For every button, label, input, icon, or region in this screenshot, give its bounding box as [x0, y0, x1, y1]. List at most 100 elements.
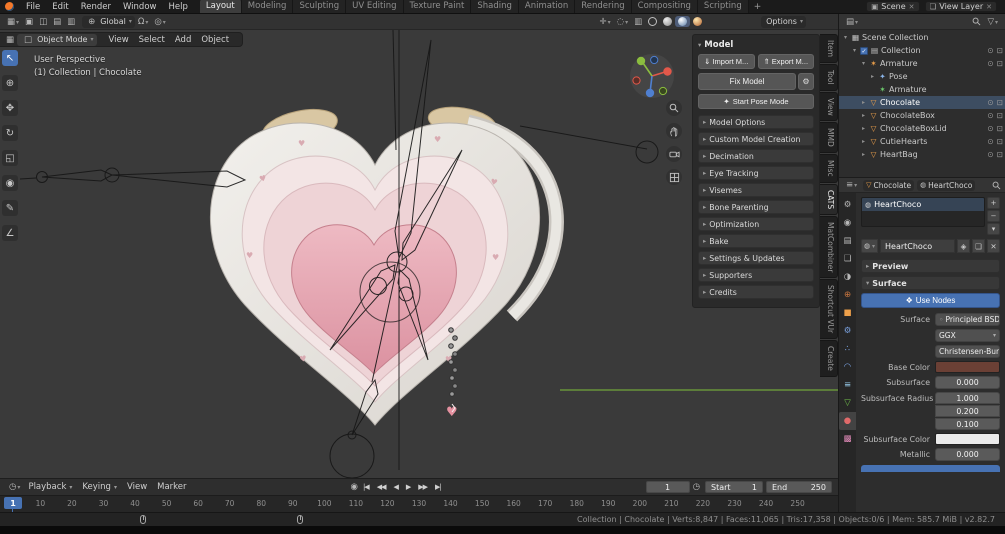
panel-section-bone-parenting[interactable]: ▸ Bone Parenting	[698, 200, 814, 214]
use-nodes-button[interactable]: ❖ Use Nodes	[861, 293, 1000, 308]
panel-section-eye-tracking[interactable]: ▸ Eye Tracking	[698, 166, 814, 180]
annotate-tool[interactable]: ✎	[2, 200, 18, 216]
subsurface-radius-value[interactable]: 0.200	[935, 405, 1000, 417]
texture-properties-tab[interactable]: ▩	[839, 430, 856, 448]
partial-slider-cutoff[interactable]	[861, 465, 1000, 472]
panel-section-model-options[interactable]: ▸ Model Options	[698, 115, 814, 129]
play-reverse-button[interactable]: ◀	[391, 483, 399, 491]
expand-caret-icon[interactable]: ▸	[860, 112, 867, 119]
outliner-editor-icon[interactable]: ▤▾	[843, 17, 861, 27]
render-properties-tab[interactable]: ◉	[839, 214, 856, 232]
sidebar-tab-tool[interactable]: Tool	[820, 64, 838, 91]
measure-tool[interactable]: ∠	[2, 225, 18, 241]
mode-toggle-1-icon[interactable]: ▣	[22, 17, 36, 27]
playhead-frame-tag[interactable]: 1	[4, 497, 22, 509]
timeline-menu-view[interactable]: View	[122, 482, 152, 492]
mode-toggle-2-icon[interactable]: ◫	[36, 17, 50, 27]
workspace-tab-scripting[interactable]: Scripting	[697, 0, 749, 13]
panel-section-custom-model-creation[interactable]: ▸ Custom Model Creation	[698, 132, 814, 146]
view-layer-properties-tab[interactable]: ❏	[839, 250, 856, 268]
timeline-menu-keying[interactable]: Keying	[77, 482, 122, 492]
subsurface-slider[interactable]: 0.000	[935, 376, 1000, 389]
expand-caret-icon[interactable]: ▾	[860, 60, 867, 67]
collection-checkbox[interactable]: ✓	[860, 46, 868, 55]
disable-render-camera-icon[interactable]: ⊡	[997, 59, 1003, 68]
constraints-properties-tab[interactable]: ≡	[839, 376, 856, 394]
hide-viewport-eye-icon[interactable]: ⊙	[987, 98, 993, 107]
overlays-toggle-icon[interactable]: ◌▾	[614, 17, 631, 27]
view-layer-selector[interactable]: ❏ View Layer ✕	[924, 1, 997, 12]
menu-window[interactable]: Window	[117, 0, 163, 14]
start-pose-mode-button[interactable]: ✦ Start Pose Mode	[698, 94, 814, 109]
disable-render-camera-icon[interactable]: ⊡	[997, 124, 1003, 133]
fix-model-settings-button[interactable]: ⚙	[798, 73, 814, 90]
sidebar-tab-misc[interactable]: Misc	[820, 154, 838, 183]
metallic-slider[interactable]: 0.000	[935, 448, 1000, 461]
ortho-grid-button[interactable]	[666, 169, 682, 185]
browse-material-button[interactable]: ◍ ▾	[861, 239, 878, 253]
sidebar-tab-cats[interactable]: CATS	[820, 183, 838, 215]
menu-edit[interactable]: Edit	[46, 0, 74, 14]
panel-section-optimization[interactable]: ▸ Optimization	[698, 217, 814, 231]
outliner-row-cutiehearts[interactable]: ▸ ▽ CutieHearts ⊙ ⊡	[839, 135, 1005, 148]
workspace-tab-texture-paint[interactable]: Texture Paint	[403, 0, 472, 13]
filter-funnel-icon[interactable]: ▽▾	[984, 17, 1001, 27]
physics-properties-tab[interactable]: ◠	[839, 358, 856, 376]
disable-render-camera-icon[interactable]: ⊡	[997, 98, 1003, 107]
panel-section-bake[interactable]: ▸ Bake	[698, 234, 814, 248]
hide-viewport-eye-icon[interactable]: ⊙	[987, 46, 993, 55]
material-slot-list[interactable]: ◍ HeartChoco	[861, 197, 985, 227]
base-color-swatch[interactable]	[935, 361, 1000, 373]
distribution-dropdown[interactable]: GGX	[935, 329, 1000, 342]
import-model-button[interactable]: ⇓ Import M...	[698, 54, 755, 69]
workspace-tab-rendering[interactable]: Rendering	[575, 0, 632, 13]
blender-logo-icon[interactable]	[5, 2, 14, 11]
viewport-menu-view[interactable]: View	[103, 35, 133, 45]
active-tool-properties-tab[interactable]: ⚙	[839, 196, 856, 214]
sidebar-tab-view[interactable]: View	[820, 91, 838, 122]
scene-selector[interactable]: ▣ Scene ✕	[866, 1, 920, 12]
fix-model-button[interactable]: Fix Model	[698, 73, 796, 90]
workspace-tab-uv-editing[interactable]: UV Editing	[346, 0, 404, 13]
transform-orientation-dropdown[interactable]: ⊕ Global ▾	[82, 15, 135, 28]
viewport-menu-object[interactable]: Object	[196, 35, 234, 45]
camera-view-button[interactable]	[666, 146, 682, 162]
expand-caret-icon[interactable]: ▸	[869, 73, 876, 80]
scene-unlink-icon[interactable]: ✕	[909, 3, 915, 11]
outliner-row-chocolate[interactable]: ▸ ▽ Chocolate ⊙ ⊡	[839, 96, 1005, 109]
surface-panel-header[interactable]: ▾ Surface	[861, 276, 1000, 290]
panel-section-supporters[interactable]: ▸ Supporters	[698, 268, 814, 282]
object-properties-tab[interactable]: ■	[839, 304, 856, 322]
expand-caret-icon[interactable]: ▾	[851, 47, 858, 54]
workspace-tab-sculpting[interactable]: Sculpting	[293, 0, 347, 13]
editor-type-icon[interactable]: ▦▾	[4, 17, 22, 27]
outliner-row-scene-collection[interactable]: ▾ ▦ Scene Collection	[839, 31, 1005, 44]
hide-viewport-eye-icon[interactable]: ⊙	[987, 111, 993, 120]
scene-properties-tab[interactable]: ◑	[839, 268, 856, 286]
viewport-menu-add[interactable]: Add	[170, 35, 196, 45]
workspace-tab-compositing[interactable]: Compositing	[631, 0, 698, 13]
expand-caret-icon[interactable]: ▸	[860, 138, 867, 145]
surface-shader-dropdown[interactable]: ◦ Principled BSDF	[935, 313, 1000, 326]
search-icon[interactable]	[972, 17, 981, 26]
expand-caret-icon[interactable]: ▸	[860, 99, 867, 106]
next-keyframe-button[interactable]: ▶▶	[416, 483, 429, 491]
shading-rendered-button[interactable]	[690, 16, 705, 27]
panel-section-visemes[interactable]: ▸ Visemes	[698, 183, 814, 197]
modifiers-properties-tab[interactable]: ⚙	[839, 322, 856, 340]
mode-toggle-3-icon[interactable]: ▤	[50, 17, 64, 27]
expand-caret-icon[interactable]: ▸	[860, 125, 867, 132]
remove-slot-button[interactable]: −	[987, 210, 1000, 222]
timeline-menu-marker[interactable]: Marker	[152, 482, 191, 492]
material-slot-active[interactable]: ◍ HeartChoco	[862, 198, 984, 211]
zoom-button[interactable]	[666, 100, 682, 116]
add-workspace-button[interactable]: +	[749, 1, 767, 13]
playhead[interactable]: 1	[4, 497, 22, 512]
unlink-material-button[interactable]: ✕	[987, 239, 1000, 253]
hide-viewport-eye-icon[interactable]: ⊙	[987, 59, 993, 68]
material-name-field[interactable]: HeartChoco	[880, 239, 955, 253]
xray-toggle-icon[interactable]: ▥	[631, 17, 645, 27]
search-icon[interactable]	[992, 181, 1001, 190]
panel-section-credits[interactable]: ▸ Credits	[698, 285, 814, 299]
outliner-row-chocolatebox[interactable]: ▸ ▽ ChocolateBox ⊙ ⊡	[839, 109, 1005, 122]
